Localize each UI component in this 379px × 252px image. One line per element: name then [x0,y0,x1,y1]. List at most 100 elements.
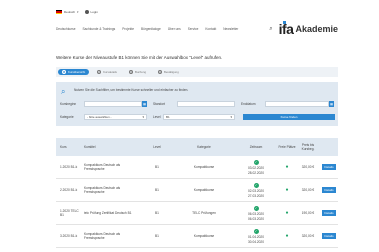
cell-kurs: 3.2020 B1-k [60,234,78,238]
progress-steps: 1 Kursübersicht 2 Kursdetails 3 Buchung 4 Be… [56,67,338,77]
step-bestaetigung[interactable]: 4 Bestätigung [154,69,183,75]
standort-input[interactable] [177,100,235,107]
find-courses-button[interactable]: Kurse finden [243,113,335,120]
nav-link-buergerdialoge[interactable]: Bürgerdialoge [141,27,161,31]
login-link[interactable]: Login [84,10,98,14]
cell-freie-plaetze: ● [278,164,296,170]
login-label: Login [90,10,98,14]
cell-preis: 320,00 € [301,234,315,238]
search-icon[interactable]: ⌕ [269,26,272,33]
kategorie-label: Kategorie [60,114,74,119]
step-number: 3 [128,70,133,74]
date-to: 06.03.2020 [248,216,264,221]
search-icon: ⌕ [61,87,66,96]
step-buchung[interactable]: 3 Buchung [125,69,150,75]
level-label: Level [153,114,161,119]
step-kursdetails[interactable]: 2 Kursdetails [93,69,121,75]
cell-titel: Kompaktkurs Deutsch als Fremdsprache [84,163,121,171]
cell-kategorie: Kompaktkurse [193,165,215,169]
chevron-down-icon: ▾ [230,114,232,119]
user-icon [84,10,89,14]
page-heading: Weitere Kurse der Niveaustufe B1 können … [56,55,223,60]
date-from: 02.03.2020 [248,188,264,193]
chevron-down-icon: ▾ [142,114,144,119]
step-label: Kursübersicht [68,70,86,74]
check-icon: ✓ [253,159,259,165]
cell-actions: Details [320,164,338,170]
date-to: 28.02.2020 [248,170,264,175]
step-number: 4 [158,70,162,74]
language-selector[interactable]: Deutsch ▾ [56,10,79,14]
header-kurs: Kurs [60,145,67,149]
kategorie-value: - bitte auswählen - [87,114,112,119]
step-kursuebersicht[interactable]: 1 Kursübersicht [58,69,90,75]
nav-link-projekte[interactable]: Projekte [122,27,134,31]
date-to: 30.04.2020 [248,239,264,244]
nav-link-service[interactable]: Service [188,27,199,31]
cell-preis: 190,00 € [301,211,315,215]
table-header: Kurs Kurstitel Level Kategorie Zeitraum … [56,138,338,156]
logo-accent-square [282,21,286,24]
header-kategorie: Kategorie [197,145,211,149]
filter-panel: ⌕ Nutzen Sie die Suchfilter, um bestimmt… [56,82,338,126]
cell-kurs: 1.2020 TELC B1 [60,209,79,217]
nav-link-newsletter[interactable]: Newsletter [223,27,238,31]
details-button[interactable]: Details [322,233,336,239]
cell-kategorie: Kompaktkurse [193,234,215,238]
level-select[interactable]: B1 ▾ [163,113,235,120]
step-label: Buchung [134,70,146,74]
filter-hint: Nutzen Sie die Suchfilter, um bestimmte … [74,88,189,92]
nav-link-deutschkurse[interactable]: Deutschkurse [56,27,76,31]
nav-links: Deutschkurse Sachkunde & Trainings Proje… [56,27,269,31]
date-from: 03.02.2020 [248,165,264,170]
details-button[interactable]: Details [322,164,336,170]
cell-zeitraum: ✓ 02.03.2020 27.03.2020 [234,182,278,198]
header-preis: Preis bis Kursbeg. [301,143,315,151]
cell-level: B1 [155,188,159,192]
cell-actions: Details [320,210,338,216]
step-label: Kursdetails [103,70,117,74]
kursbeginn-input[interactable] [84,100,142,107]
cell-preis: 320,00 € [301,165,315,169]
header-level: Level [153,145,161,149]
course-table: Kurs Kurstitel Level Kategorie Zeitraum … [56,138,338,248]
kategorie-select[interactable]: - bitte auswählen - ▾ [84,113,147,120]
calendar-icon[interactable]: ▦ [329,100,334,107]
details-button[interactable]: Details [322,210,336,216]
calendar-icon[interactable]: ▦ [142,100,147,107]
german-flag-icon [56,10,62,14]
table-row: 3.2020 B1-k Kompaktkurs Deutsch als Frem… [56,225,338,248]
logo[interactable]: ifa Akademie [278,21,338,37]
cell-level: B1 [155,165,159,169]
standort-label: Standort [153,101,166,106]
details-button[interactable]: Details [322,187,336,193]
date-to: 27.03.2020 [248,193,264,198]
cell-freie-plaetze: ● [278,210,296,216]
cell-freie-plaetze: ● [278,233,296,239]
nav-link-kontakt[interactable]: Kontakt [205,27,216,31]
cell-actions: Details [320,233,338,239]
cell-actions: Details [320,187,338,193]
cell-kurs: 1.2020 B1-k [60,165,78,169]
main-nav: Deutschkurse Sachkunde & Trainings Proje… [56,21,338,37]
nav-link-sachkunde[interactable]: Sachkunde & Trainings [83,27,116,31]
language-label: Deutsch [64,10,76,14]
cell-zeitraum: ✓ 03.02.2020 28.02.2020 [234,159,278,175]
nav-link-ueber-uns[interactable]: Über uns [168,27,181,31]
header-kurstitel: Kurstitel [84,145,96,149]
cell-zeitraum: ✓ 01.04.2020 30.04.2020 [234,228,278,244]
logo-prefix: ifa [278,21,294,37]
chevron-down-icon: ▾ [77,10,79,14]
step-number: 1 [62,70,66,74]
cell-titel: Kompaktkurs Deutsch als Fremdsprache [84,186,121,194]
cell-level: B1 [155,234,159,238]
level-value: B1 [166,114,170,119]
cell-titel: telc Prüfung Zertifikat Deutsch B1 [84,211,132,215]
person-icon: ● [285,186,289,193]
enddatum-label: Enddatum [241,101,256,106]
page: Deutsch ▾ Login Deutschkurse Sachkunde &… [0,0,379,252]
top-bar: Deutsch ▾ Login [56,8,338,16]
filter-row-1: Kursbeginn ▦ Standort Enddatum ▦ [60,100,336,107]
enddatum-input[interactable] [265,100,329,107]
step-number: 2 [97,70,102,74]
